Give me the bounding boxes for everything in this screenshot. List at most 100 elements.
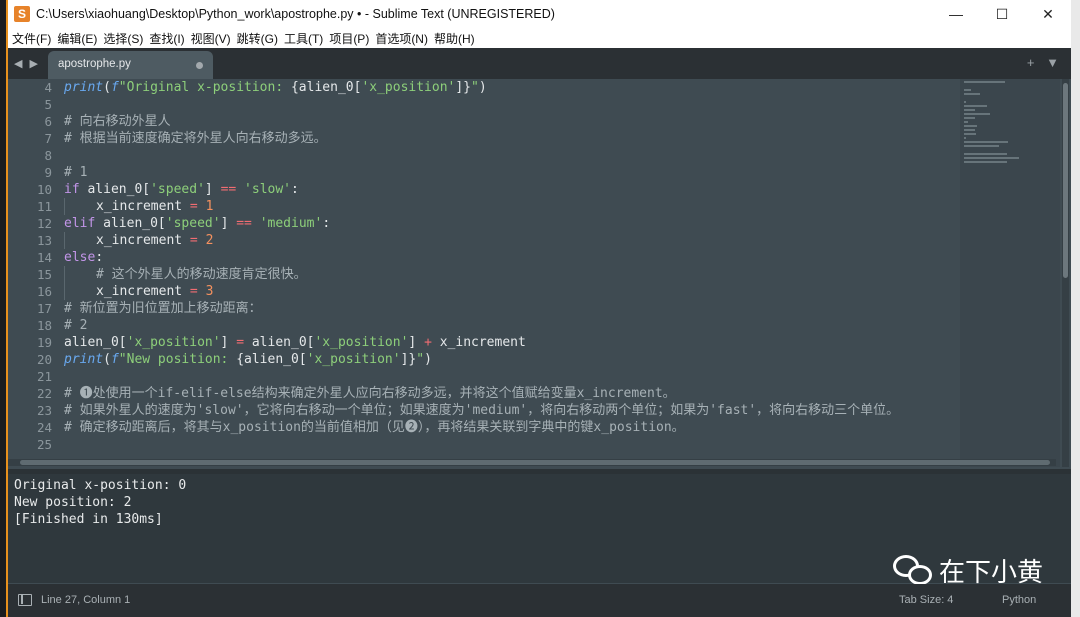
line-number: 11	[36, 199, 52, 214]
wechat-icon	[893, 554, 933, 587]
tab-menu-button[interactable]: ▼	[1046, 55, 1059, 70]
tab-nav-arrows[interactable]: ◀ ▶	[14, 57, 40, 70]
line-number: 12	[36, 216, 52, 231]
line-number: 16	[36, 284, 52, 299]
line-number: 22	[36, 386, 52, 401]
close-button[interactable]: ✕	[1025, 0, 1071, 28]
line-number: 25	[36, 437, 52, 452]
line-number: 4	[44, 80, 52, 95]
code-line[interactable]: if alien_0['speed'] == 'slow':	[64, 181, 959, 198]
window-controls: — ☐ ✕	[933, 0, 1071, 28]
line-number: 18	[36, 318, 52, 333]
code-line[interactable]: elif alien_0['speed'] == 'medium':	[64, 215, 959, 232]
code-line[interactable]: # 2	[64, 317, 959, 334]
menu-selection[interactable]: 选择(S)	[103, 30, 143, 47]
code-line[interactable]: print(f"Original x-position: {alien_0['x…	[64, 79, 959, 96]
horizontal-scroll-thumb[interactable]	[20, 460, 1050, 465]
output-line: New position: 2	[14, 495, 132, 510]
code-line[interactable]: # 这个外星人的移动速度肯定很快。	[64, 266, 959, 283]
menu-goto[interactable]: 跳转(G)	[237, 30, 278, 47]
line-number: 6	[44, 114, 52, 129]
menu-edit[interactable]: 编辑(E)	[57, 30, 97, 47]
menu-tools[interactable]: 工具(T)	[284, 30, 323, 47]
tab-label: apostrophe.py	[58, 58, 131, 70]
horizontal-scrollbar[interactable]	[8, 459, 1056, 466]
line-number: 9	[44, 165, 52, 180]
new-tab-button[interactable]: +	[1027, 55, 1035, 70]
panel-toggle-icon[interactable]	[18, 594, 32, 606]
minimap-line	[964, 117, 976, 119]
minimap-line	[964, 145, 1000, 147]
sublime-app-icon: S	[14, 6, 30, 22]
code-line[interactable]: # ❶处使用一个if-elif-else结构来确定外星人应向右移动多远，并将这个…	[64, 385, 959, 402]
minimap-line	[964, 137, 967, 139]
vertical-scrollbar[interactable]	[1062, 79, 1069, 467]
menu-project[interactable]: 项目(P)	[329, 30, 369, 47]
code-line[interactable]: # 新位置为旧位置加上移动距离：	[64, 300, 959, 317]
code-line[interactable]: # 根据当前速度确定将外星人向右移动多远。	[64, 130, 959, 147]
minimap-line	[964, 109, 976, 111]
line-number: 20	[36, 352, 52, 367]
minimize-button[interactable]: —	[933, 0, 979, 28]
unsaved-dot-icon[interactable]	[196, 62, 203, 69]
code-line[interactable]: alien_0['x_position'] = alien_0['x_posit…	[64, 334, 959, 351]
minimap-line	[964, 89, 971, 91]
menu-bar: 文件(F) 编辑(E) 选择(S) 查找(I) 视图(V) 跳转(G) 工具(T…	[8, 28, 1071, 48]
menu-view[interactable]: 视图(V)	[191, 30, 231, 47]
cursor-position: Line 27, Column 1	[41, 594, 131, 606]
code-line[interactable]: print(f"New position: {alien_0['x_positi…	[64, 351, 959, 368]
code-line[interactable]	[64, 436, 959, 453]
output-line: [Finished in 130ms]	[14, 512, 163, 527]
menu-preferences[interactable]: 首选项(N)	[375, 30, 428, 47]
menu-file[interactable]: 文件(F)	[12, 30, 51, 47]
minimap-line	[964, 157, 1019, 159]
code-line[interactable]: # 确定移动距离后，将其与x_position的当前值相加（见❷），再将结果关联…	[64, 419, 959, 436]
background-app-strip-right	[1071, 0, 1080, 617]
code-line[interactable]: x_increment = 1	[64, 198, 959, 215]
minimap-line	[964, 93, 980, 95]
minimap[interactable]	[960, 79, 1060, 467]
menu-help[interactable]: 帮助(H)	[434, 30, 475, 47]
minimap-line	[964, 153, 1007, 155]
line-number: 14	[36, 250, 52, 265]
minimap-line	[964, 161, 1007, 163]
line-number: 21	[36, 369, 52, 384]
code-line[interactable]	[64, 368, 959, 385]
code-line[interactable]: # 1	[64, 164, 959, 181]
sublime-window: S C:\Users\xiaohuang\Desktop\Python_work…	[8, 0, 1071, 617]
syntax-selector[interactable]: Python	[1002, 594, 1036, 606]
code-line[interactable]: # 向右移动外星人	[64, 113, 959, 130]
minimap-line	[964, 113, 990, 115]
tab-actions: + ▼	[1019, 55, 1059, 70]
minimap-line	[964, 121, 968, 123]
line-number: 13	[36, 233, 52, 248]
code-editor[interactable]: 4 5 6 7 8 9 10 11 12 13 14 15 16 17 18 19 20 21 22 23 24 25 p…	[8, 79, 1071, 467]
line-number-gutter: 4 5 6 7 8 9 10 11 12 13 14 15 16 17 18 19 20 21 22 23 24 25	[8, 79, 52, 453]
minimap-line	[964, 129, 976, 131]
line-number: 19	[36, 335, 52, 350]
tab-size-selector[interactable]: Tab Size: 4	[899, 594, 953, 606]
code-line[interactable]: else:	[64, 249, 959, 266]
line-number: 8	[44, 148, 52, 163]
line-number: 15	[36, 267, 52, 282]
menu-find[interactable]: 查找(I)	[149, 30, 184, 47]
line-number: 5	[44, 97, 52, 112]
line-number: 10	[36, 182, 52, 197]
title-bar: S C:\Users\xiaohuang\Desktop\Python_work…	[8, 0, 1071, 28]
tab-apostrophe-py[interactable]: apostrophe.py	[48, 51, 213, 79]
window-title: C:\Users\xiaohuang\Desktop\Python_work\a…	[36, 7, 555, 21]
code-line[interactable]: x_increment = 3	[64, 283, 959, 300]
status-bar: Line 27, Column 1 Tab Size: 4 Python	[8, 584, 1071, 617]
minimap-line	[964, 105, 987, 107]
line-number: 17	[36, 301, 52, 316]
code-line[interactable]	[64, 147, 959, 164]
line-number: 23	[36, 403, 52, 418]
code-line[interactable]: # 如果外星人的速度为'slow'，它将向右移动一个单位；如果速度为'mediu…	[64, 402, 959, 419]
line-number: 24	[36, 420, 52, 435]
line-number: 7	[44, 131, 52, 146]
code-line[interactable]: x_increment = 2	[64, 232, 959, 249]
code-line[interactable]	[64, 96, 959, 113]
code-area[interactable]: print(f"Original x-position: {alien_0['x…	[64, 79, 959, 453]
maximize-button[interactable]: ☐	[979, 0, 1025, 28]
vertical-scroll-thumb[interactable]	[1063, 83, 1068, 278]
